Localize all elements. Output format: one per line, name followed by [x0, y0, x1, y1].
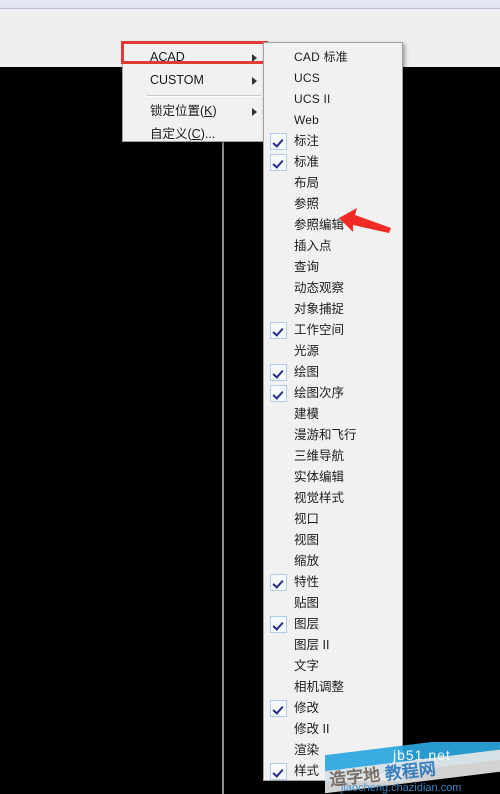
checkmark-icon[interactable]: [270, 133, 287, 150]
menu-item-customize-label: 自定义(C)...: [150, 127, 216, 141]
toolbar-list-item[interactable]: 绘图次序: [264, 383, 402, 404]
toolbar-list-item-label: 修改 II: [294, 722, 330, 736]
toolbar-list-item[interactable]: 动态观察: [264, 278, 402, 299]
toolbar-list-item[interactable]: 修改 II: [264, 719, 402, 740]
checkmark-icon[interactable]: [270, 763, 287, 780]
toolbar-list-item[interactable]: 图层: [264, 614, 402, 635]
toolbar-list-item-label: 视口: [294, 512, 320, 526]
toolbar-list-item-label: 绘图: [294, 365, 320, 379]
toolbar-list-item-label: 建模: [294, 407, 320, 421]
checkmark-icon[interactable]: [270, 364, 287, 381]
toolbar-list-item[interactable]: 光源: [264, 341, 402, 362]
menu-item-lock-position[interactable]: 锁定位置(K): [123, 100, 267, 123]
toolbar-list-item-label: UCS: [294, 71, 320, 85]
checkmark-icon[interactable]: [270, 385, 287, 402]
toolbar-list-item[interactable]: 绘图: [264, 362, 402, 383]
toolbar-list-item[interactable]: 特性: [264, 572, 402, 593]
toolbar-list-item-label: CAD 标准: [294, 50, 348, 64]
toolbar-list-item[interactable]: 视图: [264, 530, 402, 551]
toolbar-list-item-label: 缩放: [294, 554, 320, 568]
checkmark-icon[interactable]: [270, 616, 287, 633]
toolbar-list-item-label: 相机调整: [294, 680, 345, 694]
toolbar-list-item-label: 参照: [294, 197, 320, 211]
menu-item-custom-label: CUSTOM: [150, 73, 204, 87]
toolbar-list-item-label: 实体编辑: [294, 470, 345, 484]
toolbar-list-item[interactable]: 布局: [264, 173, 402, 194]
checkmark-icon[interactable]: [270, 574, 287, 591]
toolbar-list-item[interactable]: 插入点: [264, 236, 402, 257]
toolbar-list-item-label: 样式: [294, 764, 320, 778]
toolbar-list-item[interactable]: 相机调整: [264, 677, 402, 698]
toolbar-list-item-label: 标准: [294, 155, 320, 169]
toolbar-list-item[interactable]: 漫游和飞行: [264, 425, 402, 446]
toolbar-list-item[interactable]: 三维导航: [264, 446, 402, 467]
acad-highlight-box: [121, 41, 268, 64]
toolbar-list-item[interactable]: 样式: [264, 761, 402, 782]
menu-separator: [147, 95, 261, 97]
canvas-divider: [222, 67, 224, 794]
toolbar-list-item-label: 特性: [294, 575, 320, 589]
menu-item-lock-position-label: 锁定位置(K): [150, 104, 217, 118]
toolbar-list-item-label: 三维导航: [294, 449, 345, 463]
toolbar-list-item[interactable]: 标注: [264, 131, 402, 152]
toolbar-list-item-label: 视觉样式: [294, 491, 345, 505]
toolbar-list-item-label: 修改: [294, 701, 320, 715]
toolbar-list-item-label: 插入点: [294, 239, 332, 253]
toolbar-list-item[interactable]: 建模: [264, 404, 402, 425]
callout-arrow-icon: [339, 208, 391, 233]
toolbar-list-item[interactable]: 修改: [264, 698, 402, 719]
title-bar-strip: [0, 0, 500, 9]
toolbar-list-item[interactable]: 实体编辑: [264, 467, 402, 488]
toolbar-list-item-label: 绘图次序: [294, 386, 345, 400]
chevron-right-icon: [252, 76, 257, 85]
toolbar-list-item[interactable]: 工作空间: [264, 320, 402, 341]
toolbar-list-item-label: 动态观察: [294, 281, 345, 295]
toolbar-list-item-label: 漫游和飞行: [294, 428, 357, 442]
toolbar-list-item-label: 贴图: [294, 596, 320, 610]
toolbar-list-item-label: 光源: [294, 344, 320, 358]
toolbar-list-item-label: 布局: [294, 176, 320, 190]
menu-item-custom[interactable]: CUSTOM: [123, 69, 267, 92]
toolbar-list-item[interactable]: 视口: [264, 509, 402, 530]
toolbar-list-item[interactable]: 标准: [264, 152, 402, 173]
toolbar-list-item-label: 对象捕捉: [294, 302, 345, 316]
chevron-right-icon: [252, 107, 257, 116]
toolbar-list-item[interactable]: 图层 II: [264, 635, 402, 656]
toolbar-list-item[interactable]: 对象捕捉: [264, 299, 402, 320]
checkmark-icon[interactable]: [270, 322, 287, 339]
toolbar-list-item-label: Web: [294, 113, 320, 127]
menu-item-customize[interactable]: 自定义(C)...: [123, 123, 267, 146]
toolbar-list-item[interactable]: UCS II: [264, 89, 402, 110]
toolbar-list-item-label: 图层 II: [294, 638, 330, 652]
checkmark-icon[interactable]: [270, 154, 287, 171]
toolbar-list-item[interactable]: 缩放: [264, 551, 402, 572]
toolbar-list-item[interactable]: 贴图: [264, 593, 402, 614]
toolbar-list-item-label: 标注: [294, 134, 320, 148]
toolbar-list-item[interactable]: 文字: [264, 656, 402, 677]
toolbar-list-item-label: 查询: [294, 260, 320, 274]
toolbar-list-item[interactable]: UCS: [264, 68, 402, 89]
toolbar-list-item[interactable]: 查询: [264, 257, 402, 278]
drawing-canvas[interactable]: [0, 67, 500, 794]
toolbar-list-item[interactable]: 视觉样式: [264, 488, 402, 509]
toolbar-list-item-label: 视图: [294, 533, 320, 547]
toolbar-list-item-label: 工作空间: [294, 323, 345, 337]
toolbar-list-item-label: 文字: [294, 659, 320, 673]
toolbar-list-item-label: UCS II: [294, 92, 331, 106]
toolbar-list-item[interactable]: CAD 标准: [264, 47, 402, 68]
application-window: ACAD CUSTOM 锁定位置(K) 自定义(C)... CAD 标准 UCS U…: [0, 0, 500, 794]
checkmark-icon[interactable]: [270, 700, 287, 717]
toolbar-list-item-label: 渲染: [294, 743, 320, 757]
toolbar-list-item-label: 图层: [294, 617, 320, 631]
toolbar-list-item[interactable]: 渲染: [264, 740, 402, 761]
acad-toolbar-list[interactable]: CAD 标准 UCS UCS II Web 标注 标准 布局 参照 参照编辑 插入点 查询 动态观察对…: [263, 42, 403, 781]
toolbar-list-item[interactable]: Web: [264, 110, 402, 131]
